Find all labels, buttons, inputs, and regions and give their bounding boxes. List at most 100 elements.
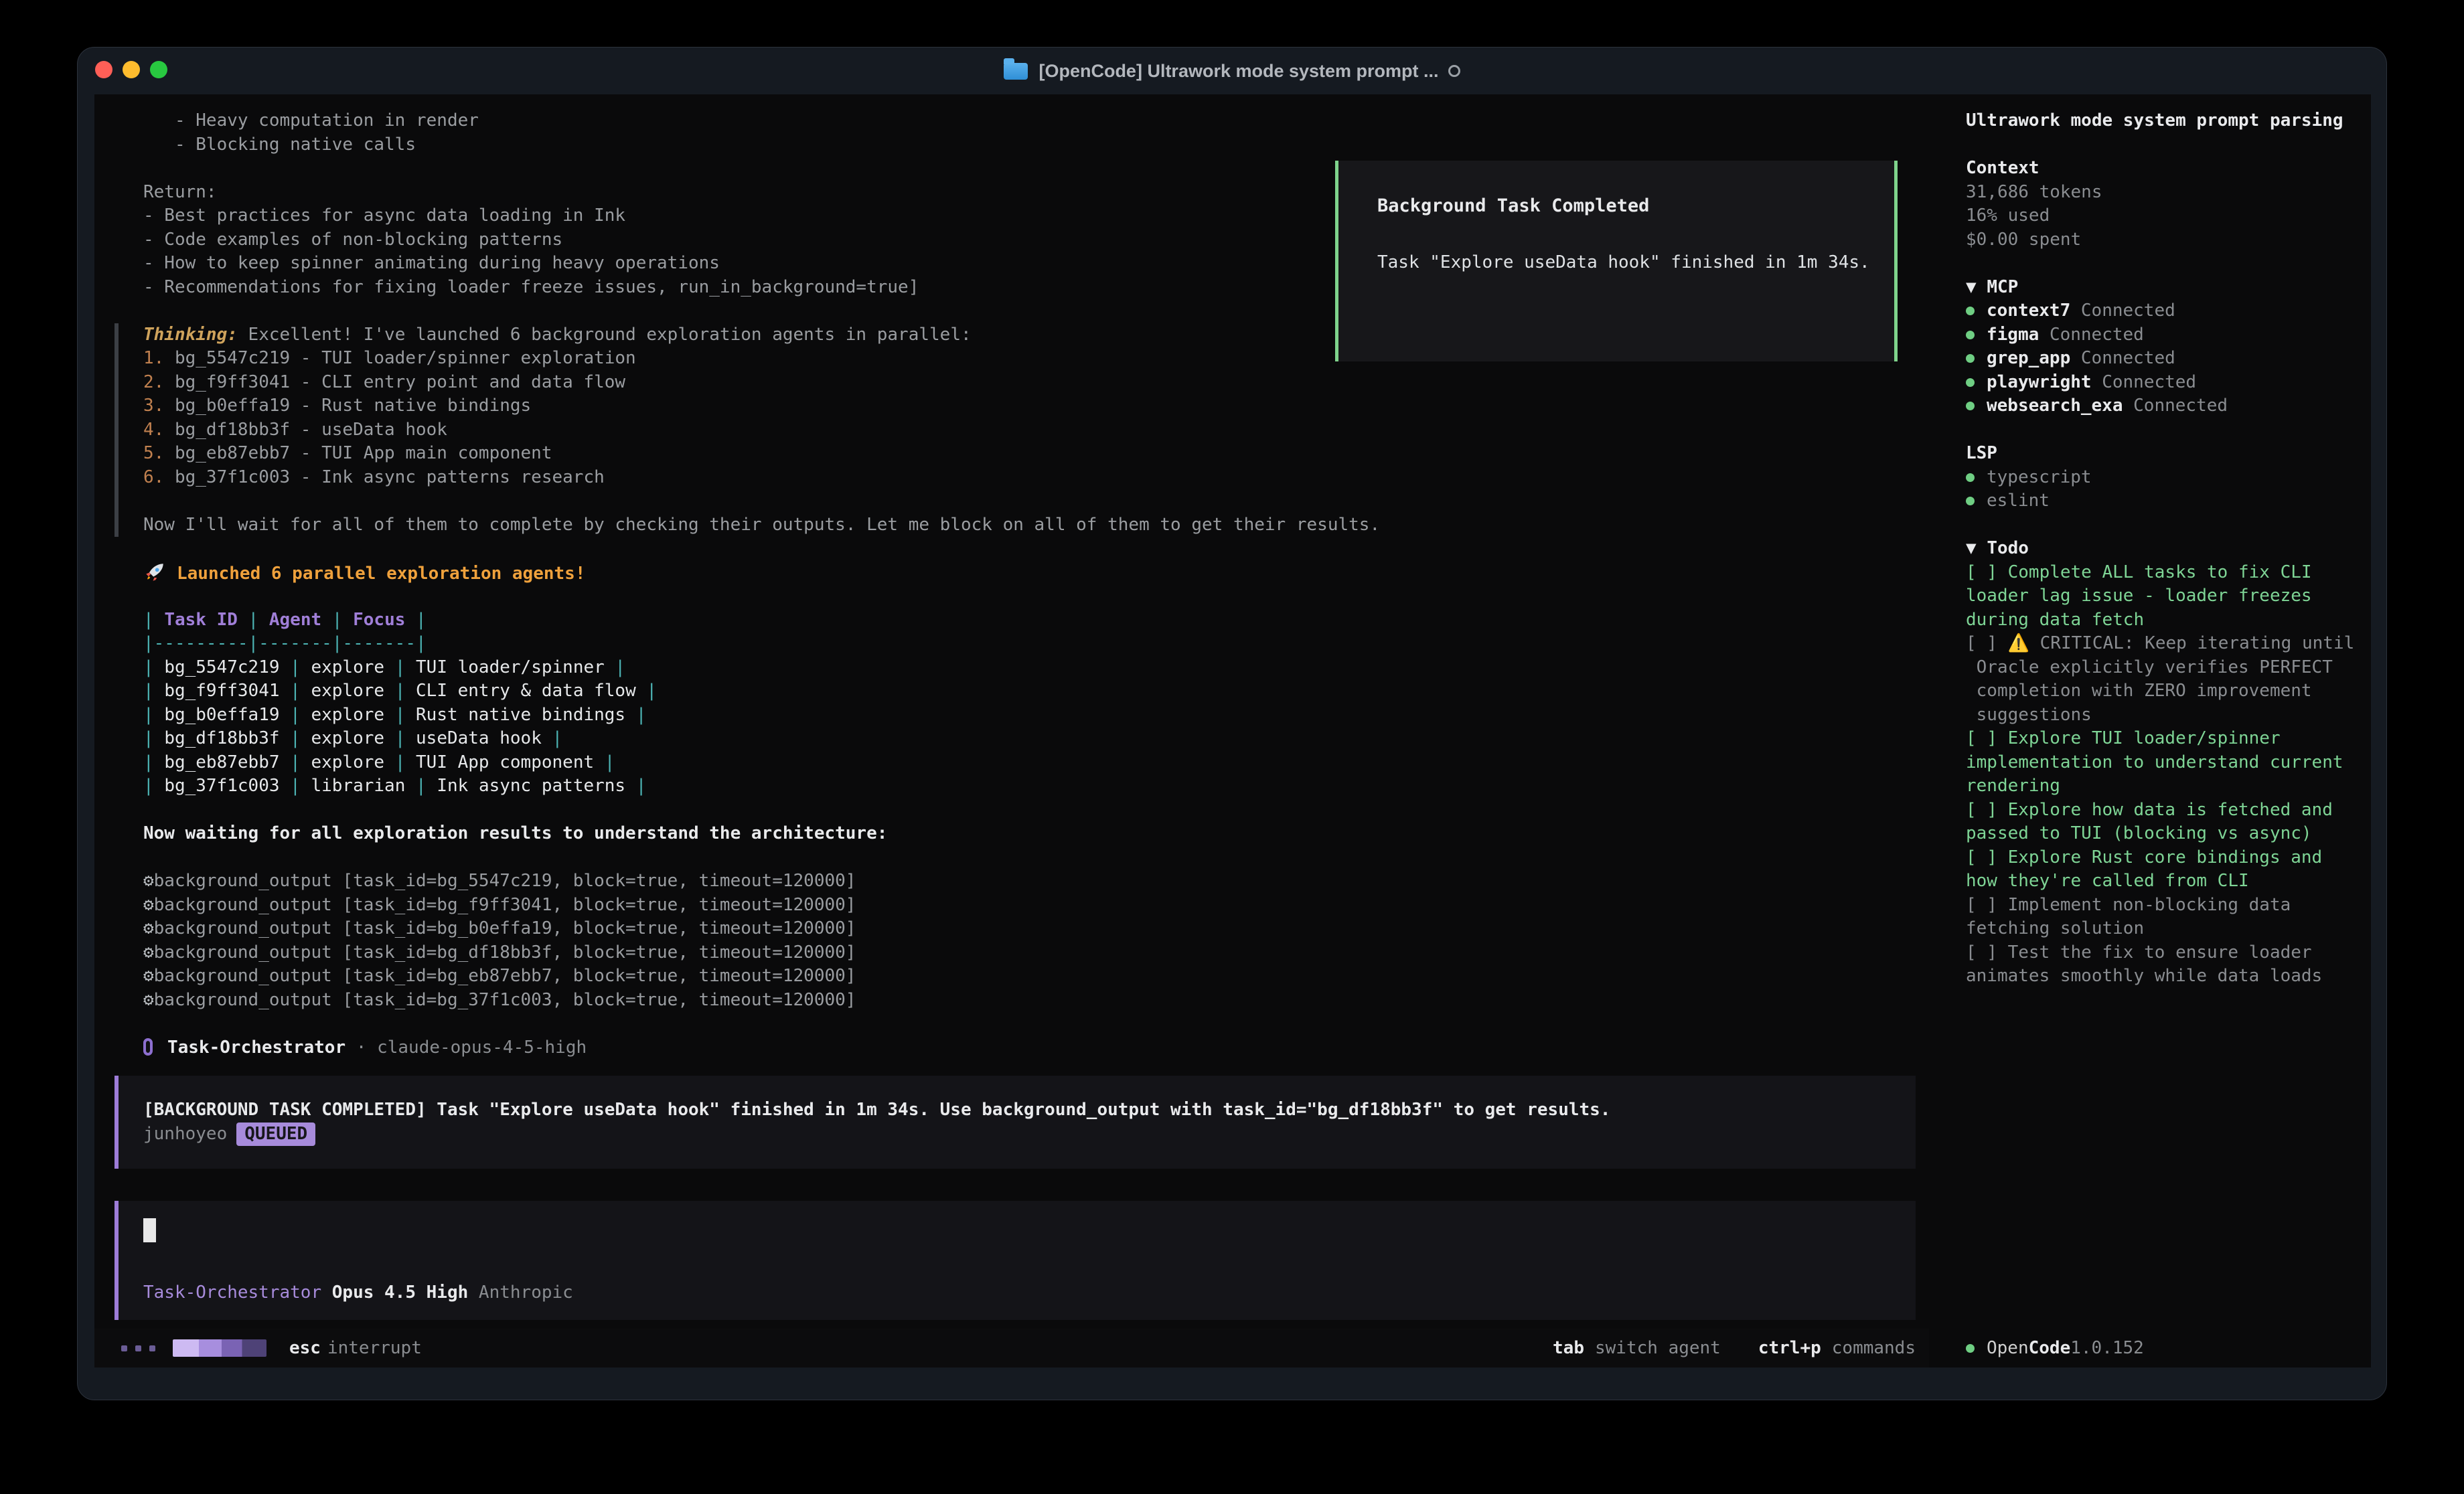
completed-meta-line: junhoyeoQUEUED: [143, 1123, 1916, 1147]
spacer: [1966, 133, 2371, 157]
todo-item-line: implementation to understand current: [1966, 751, 2371, 775]
agents-table: | Task ID | Agent | Focus ||---------|--…: [143, 608, 1929, 799]
thinking-outro-line: Now I'll wait for all of them to complet…: [143, 513, 1929, 537]
todo-list: [ ] Complete ALL tasks to fix CLIloader …: [1966, 561, 2371, 989]
spinner-dot-icon: [135, 1345, 141, 1351]
status-bar: esc interrupt tab switch agent ctrl+p co…: [94, 1329, 1929, 1367]
lsp-heading: LSP: [1966, 442, 2371, 466]
thinking-item: 3. bg_b0effa19 - Rust native bindings: [143, 394, 1929, 418]
toast-body: Task "Explore useData hook" finished in …: [1377, 252, 1894, 272]
tool-call-line: ⚙background_output [task_id=bg_f9ff3041,…: [143, 894, 1929, 918]
context-tokens: 31,686 tokens: [1966, 181, 2371, 205]
todo-item-line: suggestions: [1966, 703, 2371, 728]
todo-item-line: fetching solution: [1966, 917, 2371, 941]
app-name-open: Open: [1987, 1338, 2029, 1358]
toast-title: Background Task Completed: [1377, 195, 1894, 216]
todo-heading[interactable]: ▼ Todo: [1966, 537, 2371, 561]
todo-item-line: passed to TUI (blocking vs async): [1966, 822, 2371, 846]
spacer: [1966, 513, 2371, 537]
status-dot-icon: [1966, 307, 1975, 315]
todo-item-line: [ ] Implement non-blocking data: [1966, 894, 2371, 918]
status-dot-icon: [1966, 473, 1975, 482]
thinking-item: 4. bg_df18bb3f - useData hook: [143, 418, 1929, 442]
completed-text: [BACKGROUND TASK COMPLETED] Task "Explor…: [143, 1098, 1916, 1123]
agent-row: Task-Orchestrator · claude-opus-4-5-high: [143, 1036, 1929, 1060]
lsp-item: typescript: [1966, 466, 2371, 490]
status-dot-icon: [1966, 402, 1975, 410]
tab-key-label: switch agent: [1595, 1338, 1721, 1358]
sidebar-footer: Open Code 1.0.152: [1966, 1329, 2144, 1367]
sidebar-title: Ultrawork mode system prompt parsing: [1966, 109, 2371, 133]
context-spent: $0.00 spent: [1966, 228, 2371, 252]
lsp-list: typescripteslint: [1966, 466, 2371, 513]
input-model[interactable]: Opus 4.5 High: [332, 1282, 469, 1303]
ctrlp-key-label: commands: [1832, 1338, 1916, 1358]
todo-item-line: [ ] ⚠️ CRITICAL: Keep iterating until: [1966, 632, 2371, 656]
gear-icon: ⚙: [143, 942, 154, 963]
mcp-list: context7 Connectedfigma Connectedgrep_ap…: [1966, 299, 2371, 418]
progress-spinner-icon: [173, 1339, 266, 1357]
waiting-line: Now waiting for all exploration results …: [143, 822, 1929, 846]
tool-call-line: ⚙background_output [task_id=bg_eb87ebb7,…: [143, 965, 1929, 989]
table-row: | bg_f9ff3041 | explore | CLI entry & da…: [143, 679, 1929, 703]
input-meta-row: Task-Orchestrator Opus 4.5 High Anthropi…: [143, 1282, 573, 1303]
thinking-intro-text: Excellent! I've launched 6 background ex…: [238, 325, 972, 345]
zoom-button[interactable]: [150, 61, 167, 78]
status-dot-icon: [1966, 331, 1975, 339]
tool-call-line: ⚙background_output [task_id=bg_5547c219,…: [143, 869, 1929, 894]
spacer: [143, 537, 1929, 561]
todo-item-line: [ ] Explore TUI loader/spinner: [1966, 727, 2371, 751]
gear-icon: ⚙: [143, 895, 154, 915]
gear-icon: ⚙: [143, 871, 154, 891]
thinking-items: 1. bg_5547c219 - TUI loader/spinner expl…: [143, 347, 1929, 489]
mcp-item: websearch_exa Connected: [1966, 394, 2371, 418]
todo-item-line: [ ] Complete ALL tasks to fix CLI: [1966, 561, 2371, 585]
status-dot-icon: [1966, 354, 1975, 363]
input-agent-name[interactable]: Task-Orchestrator: [143, 1282, 321, 1303]
gear-icon: ⚙: [143, 990, 154, 1010]
todo-item-line: how they're called from CLI: [1966, 869, 2371, 894]
spacer: [143, 846, 1929, 870]
text-cursor: [143, 1218, 156, 1242]
todo-item-line: animates smoothly while data loads: [1966, 965, 2371, 989]
todo-item-line: [ ] Explore Rust core bindings and: [1966, 846, 2371, 870]
todo-item-line: Oracle explicitly verifies PERFECT: [1966, 656, 2371, 680]
progress-circle-icon: [1448, 65, 1460, 77]
tool-call-line: ⚙background_output [task_id=bg_37f1c003,…: [143, 989, 1929, 1013]
input-provider: Anthropic: [479, 1282, 573, 1303]
app-version: 1.0.152: [2070, 1338, 2144, 1358]
context-heading: Context: [1966, 157, 2371, 181]
todo-item-line: [ ] Test the fix to ensure loader: [1966, 941, 2371, 965]
todo-item-line: during data fetch: [1966, 608, 2371, 633]
agent-model: [366, 1038, 377, 1058]
thinking-item: 5. bg_eb87ebb7 - TUI App main component: [143, 442, 1929, 466]
window-title: [OpenCode] Ultrawork mode system prompt …: [1038, 61, 1438, 82]
titlebar[interactable]: [OpenCode] Ultrawork mode system prompt …: [78, 48, 2386, 94]
esc-key-label: interrupt: [327, 1338, 422, 1358]
sidebar: Ultrawork mode system prompt parsing Con…: [1946, 94, 2371, 1367]
mcp-item: grep_app Connected: [1966, 347, 2371, 371]
table-separator-row: |---------|-------|-------|: [143, 632, 1929, 656]
spacer: [143, 489, 1929, 513]
lsp-item: eslint: [1966, 489, 2371, 513]
spacer: [1966, 418, 2371, 442]
prompt-input[interactable]: Task-Orchestrator Opus 4.5 High Anthropi…: [114, 1201, 1916, 1320]
thinking-item: 6. bg_37f1c003 - Ink async patterns rese…: [143, 466, 1929, 490]
gear-icon: ⚙: [143, 966, 154, 986]
table-row: | bg_b0effa19 | explore | Rust native bi…: [143, 703, 1929, 728]
table-row: | bg_df18bb3f | explore | useData hook |: [143, 727, 1929, 751]
launch-banner: Launched 6 parallel exploration agents!: [143, 561, 1929, 585]
close-button[interactable]: [95, 61, 112, 78]
mcp-heading[interactable]: ▼ MCP: [1966, 276, 2371, 300]
background-task-completed-block: [BACKGROUND TASK COMPLETED] Task "Explor…: [114, 1076, 1916, 1169]
status-dot-icon: [1966, 497, 1975, 505]
table-header-row: | Task ID | Agent | Focus |: [143, 608, 1929, 633]
chevron-down-icon[interactable]: ▼: [1966, 538, 1977, 558]
chevron-down-icon[interactable]: ▼: [1966, 277, 1977, 297]
agent-square-icon: [143, 1038, 153, 1056]
minimize-button[interactable]: [123, 61, 140, 78]
completed-user: junhoyeo: [143, 1124, 227, 1144]
table-row: | bg_eb87ebb7 | explore | TUI App compon…: [143, 751, 1929, 775]
todo-item-line: completion with ZERO improvement: [1966, 679, 2371, 703]
mcp-item: figma Connected: [1966, 323, 2371, 347]
